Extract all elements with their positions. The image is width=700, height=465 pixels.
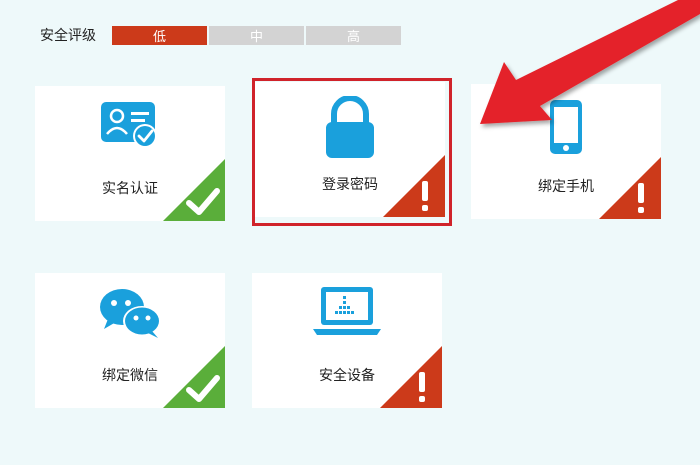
rating-level-low: 低 xyxy=(112,25,207,45)
laptop-icon xyxy=(313,285,381,343)
id-card-icon xyxy=(99,100,161,154)
card-bind-wechat[interactable]: 绑定微信 xyxy=(35,273,225,408)
warning-icon xyxy=(383,155,445,217)
security-rating: 安全评级 低 中 高 xyxy=(40,25,403,45)
card-security-device[interactable]: 安全设备 xyxy=(252,273,442,408)
card-bind-phone[interactable]: 绑定手机 xyxy=(471,84,661,219)
check-icon xyxy=(163,346,225,408)
card-login-password[interactable]: 登录密码 xyxy=(255,82,445,217)
wechat-icon xyxy=(98,287,162,343)
warning-icon xyxy=(599,157,661,219)
security-rating-label: 安全评级 xyxy=(40,28,96,44)
warning-icon xyxy=(380,346,442,408)
card-real-name[interactable]: 实名认证 xyxy=(35,86,225,221)
rating-level-high: 高 xyxy=(306,25,401,45)
phone-icon xyxy=(548,98,584,160)
rating-level-medium: 中 xyxy=(209,25,304,45)
check-icon xyxy=(163,159,225,221)
lock-icon xyxy=(322,95,378,164)
